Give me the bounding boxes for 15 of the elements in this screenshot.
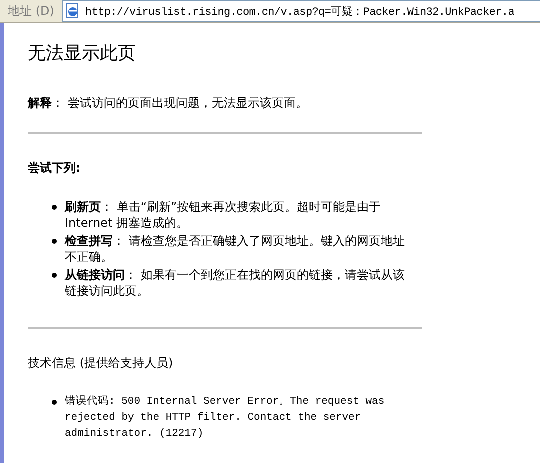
address-field[interactable]: http://viruslist.rising.com.cn/v.asp?q=可疑：Packer.Win32.UnkPacker.a	[62, 0, 540, 22]
bullet-icon	[52, 400, 57, 405]
bullet-icon	[52, 205, 57, 210]
suggestion-text: 检查拼写： 请检查您是否正确键入了网页地址。键入的网页地址不正确。	[65, 233, 406, 265]
bullet-icon	[52, 273, 57, 278]
explanation-text: 解释： 尝试访问的页面出现问题，无法显示该页面。	[28, 95, 309, 112]
page-title: 无法显示此页	[28, 42, 137, 65]
try-heading: 尝试下列:	[28, 160, 82, 177]
address-label: 地址 (D)	[7, 2, 56, 20]
suggestion-text: 从链接访问： 如果有一个到您正在找的网页的链接，请尝试从该链接访问此页。	[65, 267, 406, 299]
tech-heading: 技术信息 (提供给支持人员)	[28, 355, 174, 372]
bullet-icon	[52, 239, 57, 244]
error-text: 错误代码: 500 Internal Server Error。The request was rejected by the HTTP filter. Contact the server administrator. (12217)	[65, 394, 386, 442]
page-icon	[65, 3, 82, 19]
suggestion-text: 刷新页： 单击“刷新”按钮来再次搜索此页。超时可能是由于 Internet 拥塞造成的。	[65, 199, 382, 231]
